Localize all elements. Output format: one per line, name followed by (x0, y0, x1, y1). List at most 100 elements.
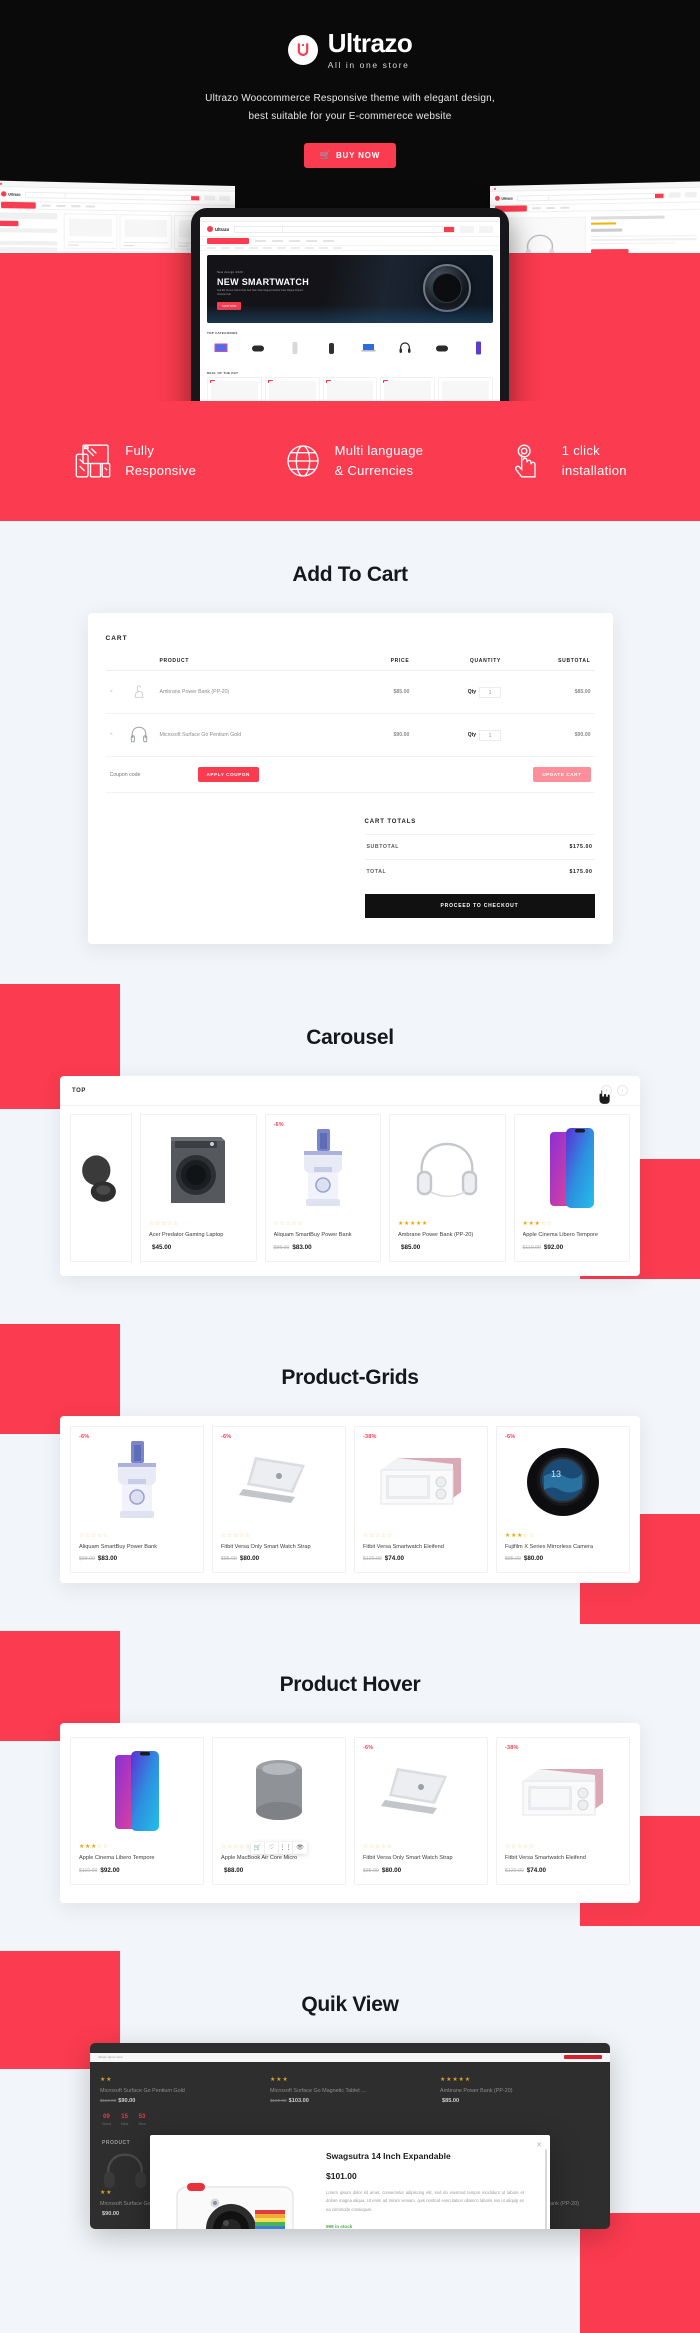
hero-section: Ultrazo All in one store Ultrazo Woocomm… (0, 0, 700, 401)
totals-key: TOTAL (366, 869, 387, 875)
feature-label-line1: 1 click (561, 442, 600, 458)
old-price: $110.00 (79, 1867, 98, 1874)
section-title-grids: Product-Grids (281, 1365, 419, 1389)
cart-qty-label: Qty (467, 732, 477, 739)
discount-badge: -38% (505, 1745, 519, 1752)
product-card[interactable]: ★★★★★ Ambrane Power Bank (PP-20) $85.00 (389, 1114, 506, 1262)
product-name: Fitbit Versa Only Smart Watch Strap (221, 1543, 311, 1550)
product-card[interactable]: -6% 13 ★★★☆☆ Fujifilm X Series Mirrorles… (496, 1425, 630, 1574)
product-name: Microsoft Surface Go Magnetic Tablet ... (270, 2087, 366, 2094)
modal-stock-status: 998 in stock (326, 2224, 353, 2229)
compare-icon[interactable]: ⋮⋮ (279, 1841, 293, 1854)
product-price: $110.00 $90.00 (100, 2098, 260, 2104)
microwave-image (505, 1746, 621, 1838)
hand-pointer-cursor (598, 1088, 611, 1105)
product-price: $88.00 $83.00 (79, 1555, 195, 1562)
rating-stars: ☆☆☆☆☆ (79, 1532, 109, 1539)
product-card[interactable]: -6% ☆☆☆☆☆ Fitbit Versa Only Smart Watch … (212, 1425, 346, 1574)
hero-subtitle-line1: Ultrazo Woocommerce Responsive theme wit… (205, 93, 495, 104)
cart-header-row: PRODUCT PRICE QUANTITY SUBTOTAL (105, 652, 595, 671)
discount-badge: -6% (273, 1122, 284, 1128)
product-card[interactable]: -38% ☆☆☆☆☆ Fitbit Versa Smartwatch Eleif… (354, 1425, 488, 1574)
remove-item-button[interactable]: × (105, 670, 122, 714)
product-price: $85.00 $80.00 (221, 1555, 337, 1562)
timer-secs-value: 53 (138, 2113, 146, 2120)
cart-icon[interactable]: 🛒 (251, 1841, 265, 1854)
product-card[interactable]: ☆☆☆☆☆ Acer Predator Gaming Laptop $45.00 (140, 1114, 257, 1262)
product-card[interactable]: ★★★☆☆ Apple Cinema Libero Tempore $110.0… (70, 1737, 204, 1885)
smartphone-image (523, 1123, 622, 1215)
totals-row-subtotal: SUBTOTAL $175.00 (364, 834, 595, 859)
old-price: $85.00 (221, 1556, 237, 1563)
product-card-hovered[interactable]: 🛒 ♡ ⋮⋮ 👁 ☆☆☆☆☆ Apple MacBook Air Core Mi… (212, 1737, 346, 1885)
table-row: × Microsoft Surface Go Pentium Gold $90.… (105, 713, 595, 757)
carousel-section: Carousel TOP ‹ › nes ☆☆☆☆☆ Acer Predator… (0, 984, 700, 1324)
current-price: $80.00 (381, 1866, 402, 1874)
old-price: $120.00 (363, 1556, 382, 1563)
section-title-carousel: Carousel (306, 1026, 394, 1049)
rating-stars: ☆☆☆☆☆ (505, 1844, 535, 1851)
cart-totals-title: CART TOTALS (364, 819, 417, 825)
remove-item-button[interactable]: × (105, 713, 122, 757)
modal-scrollbar[interactable] (544, 2148, 547, 2229)
product-card[interactable]: ★★★☆☆ Apple Cinema Libero Tempore $110.0… (513, 1114, 630, 1262)
product-name: Acer Predator Gaming Laptop (149, 1232, 224, 1238)
product-hover-section: Product Hover ★★★☆☆ Apple Cinema Libero … (0, 1631, 700, 1951)
current-price: $74.00 (384, 1555, 405, 1563)
microwave-image (363, 1435, 479, 1527)
buy-now-button[interactable]: 🛒 BUY NOW (303, 143, 397, 168)
discount-badge: -6% (363, 1745, 374, 1752)
buy-now-label: BUY NOW (335, 151, 381, 160)
modal-product-image: snap (150, 2135, 320, 2229)
feature-label-line2: installation (561, 463, 627, 478)
current-price: $92.00 (543, 1243, 564, 1251)
old-price: $110.00 (522, 1244, 541, 1251)
totals-value: $175.00 (569, 869, 593, 875)
table-row: × Ambrane Power Bank (PP-20) $85.00 Qty 1… (105, 670, 595, 714)
product-grids-section: Product-Grids -6% ☆☆☆☆☆ Aliquam SmartBuy… (0, 1323, 700, 1632)
hover-action-bar[interactable]: 🛒 ♡ ⋮⋮ 👁 (251, 1841, 307, 1854)
rating-stars: ★★★ (270, 2076, 289, 2083)
heart-icon[interactable]: ♡ (265, 1841, 279, 1854)
cart-product-name: Ambrane Power Bank (PP-20) (155, 670, 355, 714)
cart-col-subtotal: SUBTOTAL (505, 652, 595, 671)
laptop-image (221, 1435, 337, 1527)
discount-badge: -6% (79, 1433, 90, 1440)
product-hover-widget: ★★★☆☆ Apple Cinema Libero Tempore $110.0… (60, 1723, 640, 1903)
feature-label-line2: Responsive (125, 463, 197, 478)
hero-subtitle-line2: best suitable for your E-commerece websi… (248, 110, 452, 122)
apply-coupon-button[interactable]: APPLY COUPON (197, 767, 259, 782)
cart-qty-input[interactable]: 1 (479, 686, 502, 698)
product-price: $85.00 $80.00 (363, 1867, 479, 1874)
product-card[interactable]: -6% ☆☆☆☆☆ Aliquam SmartBuy Power Bank $8… (264, 1114, 381, 1262)
product-card[interactable]: -6% ☆☆☆☆☆ Aliquam SmartBuy Power Bank $8… (70, 1425, 204, 1574)
product-name: Apple MacBook Air Core Micro (221, 1855, 298, 1862)
product-card[interactable]: -38% ☆☆☆☆☆ Fitbit Versa Smartwatch Eleif… (496, 1737, 630, 1885)
eye-icon[interactable]: 👁 (293, 1842, 307, 1854)
proceed-to-checkout-button[interactable]: PROCEED TO CHECKOUT (364, 894, 595, 918)
juicer-image (274, 1123, 373, 1215)
current-price: $103.00 (288, 2097, 309, 2104)
laptop-image (363, 1746, 479, 1838)
close-icon-glyph[interactable]: ✕ (536, 2141, 542, 2149)
click-hand-icon (510, 441, 550, 481)
carousel-partial-card[interactable]: nes (70, 1114, 132, 1262)
features-bar: Fully Responsive Multi language & Curren… (0, 401, 700, 521)
current-price: $45.00 (152, 1243, 172, 1251)
current-price: $92.00 (100, 1866, 120, 1874)
headphones-image (398, 1123, 497, 1215)
totals-row-total: TOTAL $175.00 (364, 859, 595, 884)
coupon-input[interactable] (109, 771, 198, 778)
cart-qty-input[interactable]: 1 (479, 729, 502, 741)
feature-label-line2: & Currencies (334, 463, 414, 478)
carousel-track[interactable]: nes ☆☆☆☆☆ Acer Predator Gaming Laptop $4… (60, 1106, 640, 1266)
feature-label-line1: Multi language (334, 442, 424, 458)
product-card[interactable]: -6% ☆☆☆☆☆ Fitbit Versa Only Smart Watch … (354, 1737, 488, 1885)
product-name: Fitbit Versa Smartwatch Eleifend (363, 1543, 444, 1550)
chevron-right-icon[interactable]: › (617, 1085, 628, 1096)
washing-machine-image (149, 1123, 248, 1215)
hero-screenshots: Ultrazo Ultrazo Ultrazo New design 2020 … (0, 180, 700, 401)
speaker-image (221, 1746, 337, 1838)
smart-speaker-image: 13 (505, 1435, 621, 1527)
update-cart-button[interactable]: UPDATE CART (533, 767, 591, 782)
